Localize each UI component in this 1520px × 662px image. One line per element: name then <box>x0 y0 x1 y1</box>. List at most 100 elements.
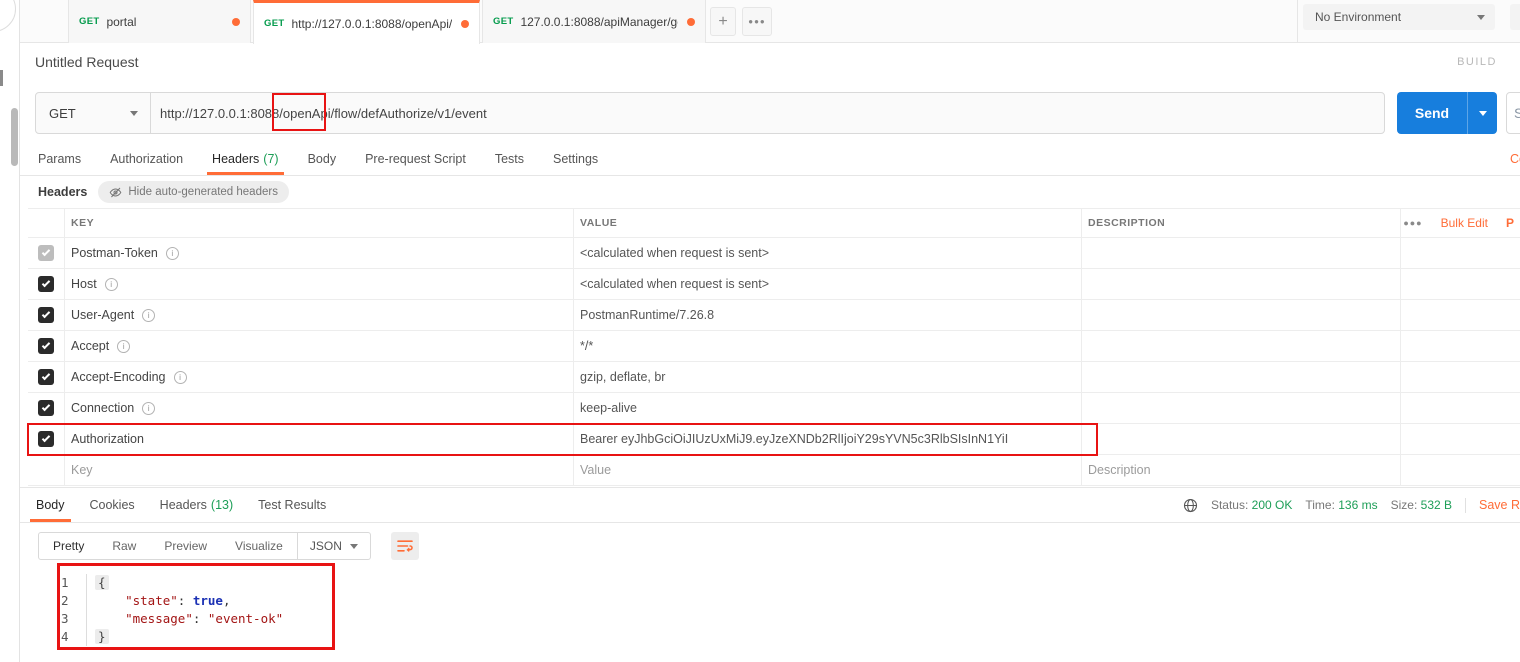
header-value-field[interactable]: <calculated when request is sent> <box>573 238 1081 268</box>
row-checkbox[interactable] <box>38 369 54 385</box>
url-input[interactable]: http://127.0.0.1:8088/openApi/flow/defAu… <box>151 93 1384 133</box>
info-icon[interactable]: i <box>142 308 156 322</box>
collapsed-sidebar <box>0 0 20 662</box>
tab-body[interactable]: Body <box>308 143 337 175</box>
environment-selector[interactable]: No Environment <box>1303 4 1495 30</box>
presets-link[interactable]: P <box>1506 216 1514 230</box>
response-tab-cookies[interactable]: Cookies <box>90 488 135 522</box>
header-value-field[interactable]: Bearer eyJhbGciOiJIUzUxMiJ9.eyJzeXNDb2Rl… <box>573 424 1081 454</box>
header-description-field[interactable] <box>1081 393 1400 423</box>
response-tab-test-results[interactable]: Test Results <box>258 488 326 522</box>
send-button-group: Send <box>1397 92 1497 134</box>
request-tab-apimanager[interactable]: GET 127.0.0.1:8088/apiManager/get... <box>482 0 706 43</box>
header-description-field[interactable] <box>1081 331 1400 361</box>
status-badge: Status: 200 OK <box>1210 498 1293 512</box>
url-bar: GET http://127.0.0.1:8088/openApi/flow/d… <box>35 92 1385 134</box>
view-tab-pretty[interactable]: Pretty <box>39 533 98 559</box>
header-value-field[interactable]: <calculated when request is sent> <box>573 269 1081 299</box>
header-value-field[interactable]: */* <box>573 331 1081 361</box>
header-value-field[interactable]: gzip, deflate, br <box>573 362 1081 392</box>
format-selector[interactable]: JSON <box>296 533 370 559</box>
hide-autogenerated-toggle[interactable]: Hide auto-generated headers <box>98 181 289 203</box>
format-selected-label: JSON <box>309 539 342 553</box>
fold-brace[interactable]: { <box>95 575 109 590</box>
tab-tests[interactable]: Tests <box>495 143 524 175</box>
header-key-field[interactable]: Accept i <box>64 331 573 361</box>
code-line: 1 { <box>20 574 1520 592</box>
table-row: User-Agent i PostmanRuntime/7.26.8 <box>28 300 1520 331</box>
new-value-field[interactable]: Value <box>573 455 1081 485</box>
row-checkbox[interactable] <box>38 276 54 292</box>
header-key-field[interactable]: Connection i <box>64 393 573 423</box>
header-description-field[interactable] <box>1081 238 1400 268</box>
header-key-field[interactable]: User-Agent i <box>64 300 573 330</box>
new-tab-button[interactable]: + <box>710 7 736 36</box>
request-tab-openapi[interactable]: GET http://127.0.0.1:8088/openApi/... <box>253 0 480 44</box>
request-tab-portal[interactable]: GET portal <box>68 0 251 43</box>
fold-brace[interactable]: } <box>95 629 109 644</box>
method-badge: GET <box>493 16 514 27</box>
header-key-field[interactable]: Postman-Token i <box>64 238 573 268</box>
row-checkbox[interactable] <box>38 245 54 261</box>
tab-pre-request-script[interactable]: Pre-request Script <box>365 143 466 175</box>
new-key-field[interactable]: Key <box>64 455 573 485</box>
response-tab-body[interactable]: Body <box>30 488 70 522</box>
info-icon[interactable]: i <box>165 246 179 260</box>
bulk-edit-link[interactable]: Bulk Edit <box>1441 216 1488 230</box>
header-description-field[interactable] <box>1081 424 1400 454</box>
request-tab-label: 127.0.0.1:8088/apiManager/get... <box>520 14 678 29</box>
headers-section-label: Headers <box>38 185 88 199</box>
header-value-field[interactable]: PostmanRuntime/7.26.8 <box>573 300 1081 330</box>
tab-params[interactable]: Params <box>38 143 81 175</box>
response-tab-headers[interactable]: Headers (13) <box>160 488 233 522</box>
header-key-field[interactable]: Authorization <box>64 424 573 454</box>
sidebar-scrollbar-thumb[interactable] <box>11 108 18 166</box>
tab-options-button[interactable]: ●●● <box>742 7 772 36</box>
header-value-field[interactable]: keep-alive <box>573 393 1081 423</box>
environment-quicklook-button[interactable] <box>1510 4 1520 30</box>
time-badge: Time: 136 ms <box>1305 498 1378 512</box>
tab-headers[interactable]: Headers (7) <box>207 143 284 175</box>
view-tab-preview[interactable]: Preview <box>150 533 221 559</box>
tab-authorization[interactable]: Authorization <box>110 143 183 175</box>
chevron-down-icon <box>349 543 358 549</box>
tab-settings[interactable]: Settings <box>553 143 598 175</box>
header-description-field[interactable] <box>1081 269 1400 299</box>
send-options-button[interactable] <box>1467 92 1497 134</box>
tabbar-divider <box>1297 0 1298 42</box>
save-button[interactable]: Save <box>1506 92 1520 134</box>
info-icon[interactable]: i <box>117 339 131 353</box>
info-icon[interactable]: i <box>104 277 118 291</box>
chevron-down-icon <box>1478 110 1487 116</box>
save-response-button[interactable]: Save R <box>1479 498 1520 512</box>
header-description-field[interactable] <box>1081 362 1400 392</box>
check-icon <box>41 247 51 257</box>
new-description-field[interactable]: Description <box>1081 455 1400 485</box>
row-checkbox[interactable] <box>38 400 54 416</box>
view-tab-visualize[interactable]: Visualize <box>221 533 297 559</box>
send-button[interactable]: Send <box>1397 92 1467 134</box>
row-checkbox[interactable] <box>38 307 54 323</box>
table-row: Connection i keep-alive <box>28 393 1520 424</box>
postman-app: GET portal GET http://127.0.0.1:8088/ope… <box>0 0 1520 662</box>
key-column-header: KEY <box>64 209 573 237</box>
more-options-icon[interactable]: ●●● <box>1403 218 1422 228</box>
row-checkbox[interactable] <box>38 338 54 354</box>
response-headers-count-badge: (13) <box>210 498 234 512</box>
check-icon <box>41 340 51 350</box>
line-number: 2 <box>61 593 69 608</box>
row-checkbox[interactable] <box>38 431 54 447</box>
request-tabbar: GET portal GET http://127.0.0.1:8088/ope… <box>20 0 1520 44</box>
header-description-field[interactable] <box>1081 300 1400 330</box>
info-icon[interactable]: i <box>142 401 156 415</box>
request-title[interactable]: Untitled Request <box>35 54 139 70</box>
wrap-lines-button[interactable] <box>390 532 419 560</box>
cookies-link[interactable]: Co <box>1510 143 1520 175</box>
info-icon[interactable]: i <box>173 370 187 384</box>
view-tab-raw[interactable]: Raw <box>98 533 150 559</box>
checkbox-column-header <box>28 209 64 237</box>
code-line: 4 } <box>20 628 1520 646</box>
header-key-field[interactable]: Accept-Encoding i <box>64 362 573 392</box>
header-key-field[interactable]: Host i <box>64 269 573 299</box>
method-selector[interactable]: GET <box>36 93 151 133</box>
